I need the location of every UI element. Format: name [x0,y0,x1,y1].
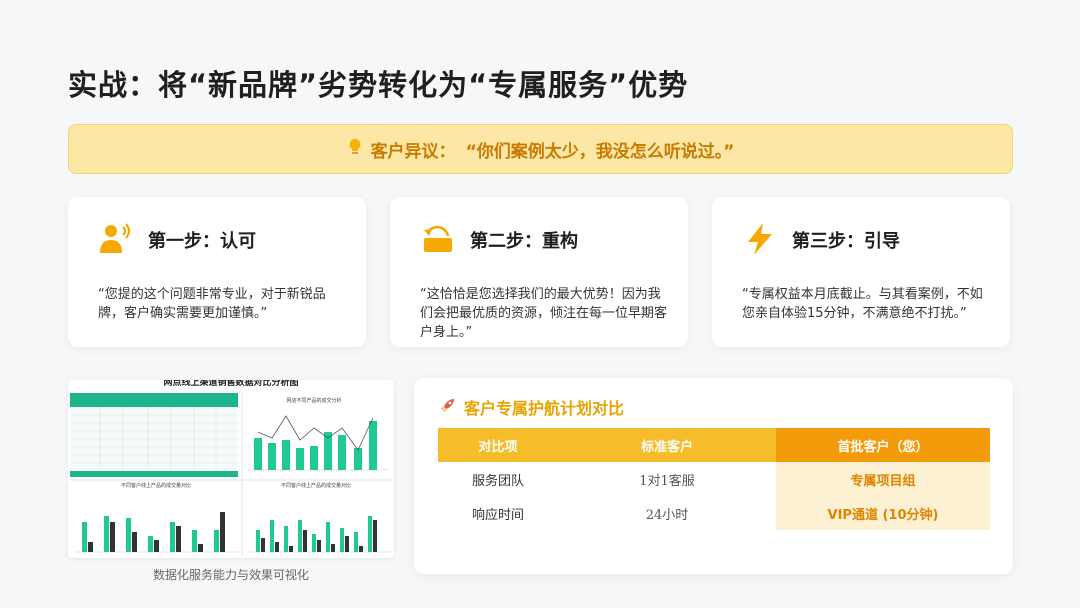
table-header-row: 对比项 标准客户 首批客户（您） [438,428,990,462]
table-row: 服务团队 1对1客服 专属项目组 [438,462,990,496]
dashboard-caption: 数据化服务能力与效果可视化 [152,568,309,582]
table-cell: 响应时间 [471,507,524,523]
comparison-card: 客户专属护航计划对比 对比项 标准客户 首批客户（您） 服务团队 1对1客服 专… [414,378,1013,574]
objection-label: 客户异议： [370,141,456,162]
speaking-person-icon [98,221,134,257]
reframe-arrow-icon [420,221,456,257]
table-cell: 24小时 [645,507,689,523]
column-header: 对比项 [438,428,558,462]
step-quote: “这恰恰是您选择我们的最大优势！因为我们会把最优质的资源，倾注在每一位早期客户身… [420,287,668,340]
panel-title: 不同客户线上产品的成交量对比 [121,482,191,489]
rocket-icon [440,397,456,417]
table-cell: 服务团队 [471,473,524,489]
comparison-title: 客户专属护航计划对比 [440,395,624,419]
step-title: 第三步：引导 [792,231,900,252]
comparison-table: 对比项 标准客户 首批客户（您） 服务团队 1对1客服 专属项目组 响应时间 2… [438,428,990,530]
column-header-highlight: 首批客户（您） [776,428,990,462]
comparison-title-text: 客户专属护航计划对比 [464,399,625,418]
table-row: 响应时间 24小时 VIP通道 (10分钟) [438,496,990,530]
dashboard-header: 网点线上渠道销售数据对比分析图 [163,380,298,388]
panel-title: 不同客户线上产品的成交量对比 [281,482,351,489]
column-header: 标准客户 [558,428,776,462]
step-quote: “专属权益本月底截止。与其看案例，不如您亲自体验15分钟，不满意绝不打扰。” [742,287,983,321]
step-quote: “您提的这个问题非常专业，对于新锐品牌，客户确实需要更加谨慎。” [98,287,326,321]
data-dashboard-image: 网点线上渠道销售数据对比分析图 网店不同产品的成交分析 不同客户线上产品的成交量… [68,380,394,558]
step-card-3: 第三步：引导 “专属权益本月底截止。与其看案例，不如您亲自体验15分钟，不满意绝… [712,197,1010,347]
objection-quote: “你们案例太少，我没怎么听说过。” [465,141,735,162]
step-title: 第二步：重构 [470,231,578,252]
table-cell-highlight: VIP通道 (10分钟) [776,496,990,530]
step-card-1: 第一步：认可 “您提的这个问题非常专业，对于新锐品牌，客户确实需要更加谨慎。” [68,197,366,347]
step-title: 第一步：认可 [148,231,256,252]
table-cell-highlight: 专属项目组 [776,462,990,496]
panel-title: 网店不同产品的成交分析 [286,397,341,404]
objection-banner: 客户异议： “你们案例太少，我没怎么听说过。” [68,124,1013,174]
step-card-2: 第二步：重构 “这恰恰是您选择我们的最大优势！因为我们会把最优质的资源，倾注在每… [390,197,688,347]
dashboard-table-panel [70,393,238,477]
page-title: 实战：将“新品牌”劣势转化为“专属服务”优势 [68,68,689,102]
table-cell: 1对1客服 [639,473,695,489]
lightbulb-icon [347,138,363,161]
lightning-icon [742,221,778,257]
